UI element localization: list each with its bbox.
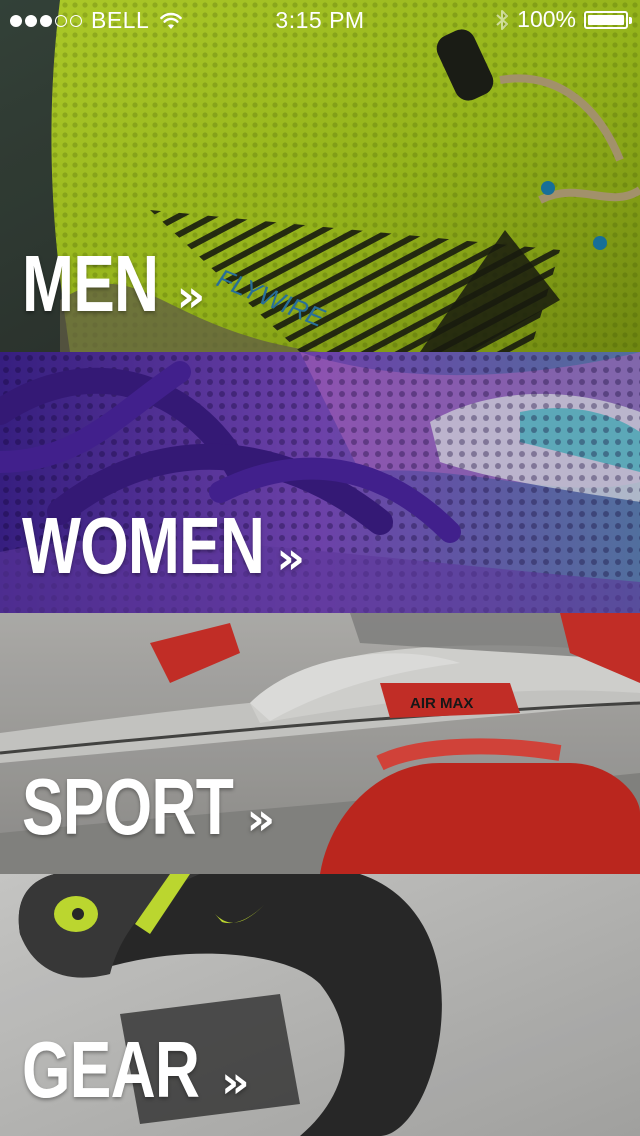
chevron-right-icon: »	[246, 794, 276, 845]
men-title: MEN	[22, 239, 159, 328]
women-title: WOMEN	[22, 501, 265, 590]
gear-label: GEAR »	[22, 1030, 250, 1110]
women-label: WOMEN »	[22, 506, 305, 586]
category-tile-sport[interactable]: AIR MAX SPORT »	[0, 613, 640, 874]
sport-label: SPORT »	[22, 767, 275, 847]
bluetooth-icon	[496, 9, 509, 30]
chevron-right-icon: »	[176, 271, 206, 322]
gear-title: GEAR	[22, 1025, 200, 1114]
chevron-right-icon: »	[221, 1057, 250, 1108]
category-tile-gear[interactable]: GEAR »	[0, 874, 640, 1136]
battery-percent: 100%	[517, 6, 576, 32]
battery-nub	[629, 16, 632, 24]
sport-title: SPORT	[22, 762, 234, 851]
category-menu-screen: BELL 3:15 PM 100% MEN » WOMEN » SPORT » …	[0, 0, 640, 1136]
battery-level	[588, 14, 624, 25]
status-right: 100%	[495, 6, 632, 33]
status-bar: BELL 3:15 PM 100%	[0, 0, 640, 40]
chevron-right-icon: »	[276, 533, 305, 584]
category-tile-women[interactable]: WOMEN »	[0, 352, 640, 613]
men-label: MEN »	[22, 244, 205, 324]
category-tile-men[interactable]: FLYWIRE MEN »	[0, 0, 640, 352]
battery-icon	[584, 10, 632, 29]
